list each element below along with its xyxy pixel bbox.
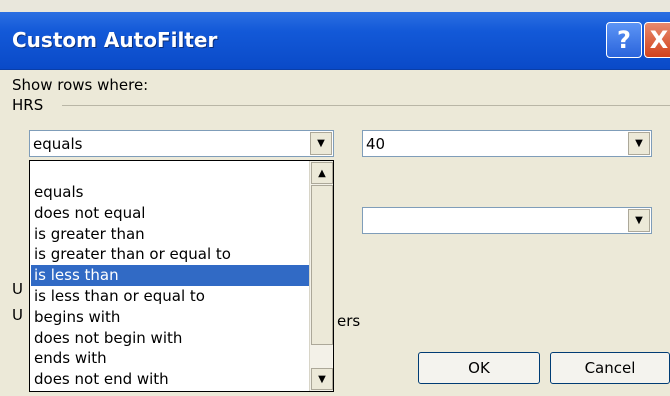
chevron-down-icon[interactable]: ▼ bbox=[628, 132, 650, 155]
close-button[interactable]: X bbox=[644, 22, 670, 58]
scroll-down-icon[interactable]: ▼ bbox=[311, 368, 333, 390]
operator1-value: equals bbox=[33, 135, 83, 153]
use-star-label: U bbox=[12, 306, 23, 324]
dropdown-option[interactable]: does not end with bbox=[31, 369, 310, 390]
dropdown-option[interactable]: is greater than bbox=[31, 224, 310, 245]
use-question-label: U bbox=[12, 280, 23, 298]
dropdown-option[interactable]: is greater than or equal to bbox=[31, 244, 310, 265]
value2-input[interactable]: ▼ bbox=[362, 207, 652, 234]
help-button[interactable]: ? bbox=[606, 22, 642, 58]
value1-text: 40 bbox=[366, 135, 386, 153]
dropdown-option[interactable]: is less than bbox=[31, 265, 310, 287]
cancel-button[interactable]: Cancel bbox=[550, 352, 670, 384]
ok-button[interactable]: OK bbox=[418, 352, 540, 384]
group-divider bbox=[62, 105, 670, 106]
dialog-title: Custom AutoFilter bbox=[12, 28, 218, 52]
dropdown-option[interactable]: equals bbox=[31, 182, 310, 203]
scroll-thumb[interactable] bbox=[311, 185, 333, 345]
window-top-strip bbox=[0, 0, 670, 12]
characters-label-tail: ers bbox=[337, 312, 361, 330]
operator1-select[interactable]: equals ▼ bbox=[29, 130, 334, 157]
value1-input[interactable]: 40 ▼ bbox=[362, 130, 652, 157]
dropdown-option[interactable]: does not equal bbox=[31, 203, 310, 224]
field-name-label: HRS bbox=[12, 96, 44, 114]
chevron-down-icon[interactable]: ▼ bbox=[310, 132, 332, 155]
scroll-up-icon[interactable]: ▲ bbox=[311, 162, 333, 184]
dropdown-option[interactable]: ends with bbox=[31, 348, 310, 369]
dropdown-option[interactable]: does not begin with bbox=[31, 328, 310, 349]
dropdown-option[interactable]: begins with bbox=[31, 307, 310, 328]
operator-dropdown-list[interactable]: equals does not equal is greater than is gr… bbox=[29, 160, 334, 392]
dropdown-scrollbar[interactable]: ▲ ▼ bbox=[309, 161, 333, 391]
show-rows-label: Show rows where: bbox=[12, 76, 149, 94]
title-bar: Custom AutoFilter ? X bbox=[0, 0, 670, 70]
dropdown-option[interactable]: is less than or equal to bbox=[31, 286, 310, 307]
chevron-down-icon[interactable]: ▼ bbox=[628, 209, 650, 232]
